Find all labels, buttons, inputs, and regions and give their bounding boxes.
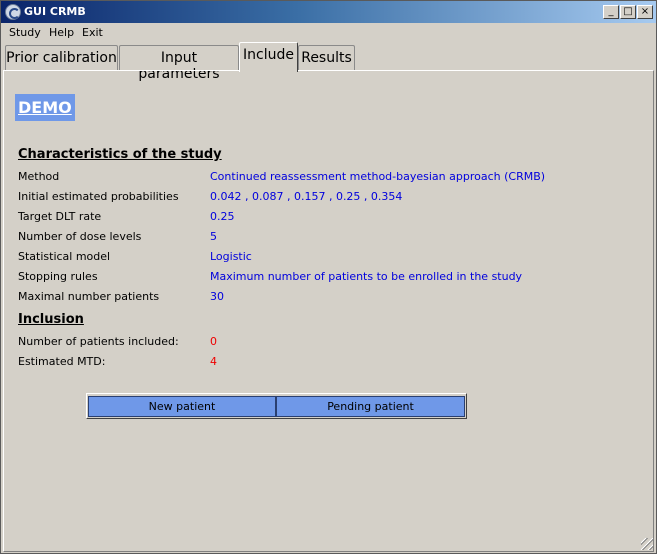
- patients-included-label: Number of patients included:: [18, 335, 179, 348]
- new-patient-button[interactable]: New patient: [88, 396, 276, 417]
- r-logo-icon: [5, 4, 21, 20]
- tab-include[interactable]: Include: [239, 42, 298, 72]
- tab-prior-calibration[interactable]: Prior calibration: [5, 45, 118, 71]
- resize-grip-icon[interactable]: [641, 538, 653, 550]
- statistical-model-label: Statistical model: [18, 250, 111, 263]
- patients-included-value: 0: [210, 335, 217, 348]
- tab-input-parameters[interactable]: Input parameters: [119, 45, 239, 82]
- target-dlt-label: Target DLT rate: [18, 210, 102, 223]
- menu-help[interactable]: Help: [49, 26, 74, 39]
- dose-levels-value: 5: [210, 230, 217, 243]
- estimated-mtd-value: 4: [210, 355, 217, 368]
- max-patients-value: 30: [210, 290, 224, 303]
- title-bar[interactable]: GUI CRMB _ □ ×: [1, 1, 656, 23]
- initial-probabilities-value: 0.042 , 0.087 , 0.157 , 0.25 , 0.354: [210, 190, 403, 203]
- target-dlt-value: 0.25: [210, 210, 235, 223]
- characteristics-heading: Characteristics of the study: [18, 147, 222, 162]
- statistical-model-value: Logistic: [210, 250, 252, 263]
- demo-badge: DEMO: [15, 94, 75, 121]
- max-patients-label: Maximal number patients: [18, 290, 160, 303]
- close-button[interactable]: ×: [637, 5, 653, 19]
- tab-content-panel: [3, 70, 654, 552]
- menu-exit[interactable]: Exit: [82, 26, 103, 39]
- app-window: GUI CRMB _ □ × Study Help Exit Prior cal…: [0, 0, 657, 554]
- stopping-rules-value: Maximum number of patients to be enrolle…: [210, 270, 523, 283]
- method-label: Method: [18, 170, 60, 183]
- tab-results[interactable]: Results: [298, 45, 355, 71]
- tab-strip: Prior calibration Input parameters Inclu…: [1, 41, 656, 82]
- stopping-rules-label: Stopping rules: [18, 270, 98, 283]
- dose-levels-label: Number of dose levels: [18, 230, 142, 243]
- minimize-button[interactable]: _: [603, 5, 619, 19]
- pending-patient-button[interactable]: Pending patient: [276, 396, 465, 417]
- estimated-mtd-label: Estimated MTD:: [18, 355, 106, 368]
- method-value: Continued reassessment method-bayesian a…: [210, 170, 546, 183]
- menu-study[interactable]: Study: [9, 26, 41, 39]
- menu-bar: Study Help Exit: [1, 23, 656, 41]
- window-title: GUI CRMB: [24, 5, 86, 18]
- inclusion-heading: Inclusion: [18, 312, 84, 327]
- initial-probabilities-label: Initial estimated probabilities: [18, 190, 179, 203]
- maximize-button[interactable]: □: [620, 5, 636, 19]
